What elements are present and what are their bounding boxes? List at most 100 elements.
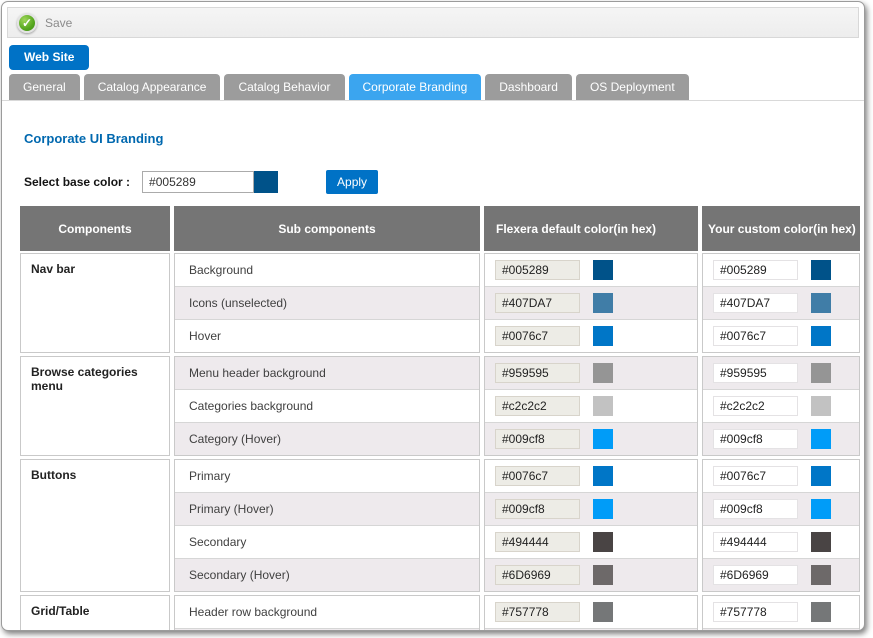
default-hex-input	[495, 260, 580, 280]
tab-catalog-appearance[interactable]: Catalog Appearance	[84, 74, 221, 100]
default-hex-input	[495, 499, 580, 519]
custom-color-swatch[interactable]	[811, 499, 831, 519]
default-color-swatch	[593, 602, 613, 622]
default-color-swatch	[593, 363, 613, 383]
save-label: Save	[45, 16, 72, 30]
tab-bar: General Catalog Appearance Catalog Behav…	[2, 74, 864, 101]
tab-corporate-branding[interactable]: Corporate Branding	[349, 74, 482, 100]
custom-color-cell	[703, 559, 859, 591]
custom-hex-input[interactable]	[713, 602, 798, 622]
table-group-grid-table: Grid/Table Header row background Row sel…	[20, 595, 860, 631]
default-color-cell	[485, 460, 697, 493]
default-color-swatch	[593, 466, 613, 486]
save-check-icon: ✓	[17, 13, 37, 33]
subcomponent-cell: Secondary	[175, 526, 479, 559]
custom-color-swatch[interactable]	[811, 532, 831, 552]
table-header-row: Components Sub components Flexera defaul…	[20, 206, 860, 251]
custom-color-cell	[703, 460, 859, 493]
default-color-cell	[485, 596, 697, 629]
custom-hex-input[interactable]	[713, 565, 798, 585]
custom-hex-input[interactable]	[713, 260, 798, 280]
default-hex-input	[495, 396, 580, 416]
default-color-cell	[485, 629, 697, 631]
default-hex-input	[495, 363, 580, 383]
subcomponent-cell: Category (Hover)	[175, 423, 479, 455]
header-components: Components	[20, 206, 170, 251]
custom-hex-input[interactable]	[713, 429, 798, 449]
custom-color-cell	[703, 526, 859, 559]
custom-color-swatch[interactable]	[811, 260, 831, 280]
default-color-cell	[485, 390, 697, 423]
default-color-cell	[485, 526, 697, 559]
custom-hex-input[interactable]	[713, 396, 798, 416]
subcomponent-cell: Categories background	[175, 390, 479, 423]
default-color-cell	[485, 254, 697, 287]
custom-color-swatch[interactable]	[811, 429, 831, 449]
custom-color-cell	[703, 287, 859, 320]
default-hex-input	[495, 429, 580, 449]
default-color-swatch	[593, 532, 613, 552]
default-hex-input	[495, 602, 580, 622]
default-hex-input	[495, 326, 580, 346]
default-color-cell	[485, 559, 697, 591]
base-color-label: Select base color :	[24, 175, 130, 189]
custom-hex-input[interactable]	[713, 499, 798, 519]
custom-color-cell	[703, 629, 859, 631]
custom-hex-input[interactable]	[713, 363, 798, 383]
subcomponent-cell: Primary (Hover)	[175, 493, 479, 526]
subcomponent-cell: Hover	[175, 320, 479, 352]
custom-color-swatch[interactable]	[811, 565, 831, 585]
custom-color-swatch[interactable]	[811, 602, 831, 622]
table-group-nav-bar: Nav bar Background Icons (unselected) Ho…	[20, 253, 860, 353]
header-custom-color: Your custom color(in hex)	[702, 206, 860, 251]
subcomponent-cell: Menu header background	[175, 357, 479, 390]
tab-catalog-behavior[interactable]: Catalog Behavior	[224, 74, 344, 100]
custom-color-swatch[interactable]	[811, 466, 831, 486]
toolbar: ✓ Save	[7, 7, 859, 38]
tab-dashboard[interactable]: Dashboard	[485, 74, 572, 100]
component-cell: Grid/Table	[20, 595, 170, 631]
default-color-cell	[485, 493, 697, 526]
subcomponent-cell: Header row background	[175, 596, 479, 629]
tab-general[interactable]: General	[9, 74, 80, 100]
default-color-cell	[485, 357, 697, 390]
custom-color-cell	[703, 254, 859, 287]
default-hex-input	[495, 565, 580, 585]
custom-hex-input[interactable]	[713, 293, 798, 313]
custom-color-swatch[interactable]	[811, 326, 831, 346]
default-color-swatch	[593, 429, 613, 449]
custom-color-swatch[interactable]	[811, 363, 831, 383]
base-color-row: Select base color : Apply	[24, 170, 864, 194]
custom-color-cell	[703, 357, 859, 390]
custom-hex-input[interactable]	[713, 326, 798, 346]
custom-color-swatch[interactable]	[811, 396, 831, 416]
default-color-swatch	[593, 396, 613, 416]
custom-hex-input[interactable]	[713, 532, 798, 552]
primary-tab-bar: Web Site	[9, 45, 864, 70]
default-color-cell	[485, 287, 697, 320]
custom-color-cell	[703, 493, 859, 526]
custom-color-cell	[703, 390, 859, 423]
subcomponent-cell: Secondary (Hover)	[175, 559, 479, 591]
subcomponent-cell: Icons (unselected)	[175, 287, 479, 320]
base-color-input[interactable]	[142, 171, 254, 193]
default-color-swatch	[593, 326, 613, 346]
default-hex-input	[495, 532, 580, 552]
app-window: ✓ Save Web Site General Catalog Appearan…	[1, 1, 865, 631]
subcomponent-cell: Primary	[175, 460, 479, 493]
subcomponent-cell: Row selection background	[175, 629, 479, 631]
tab-os-deployment[interactable]: OS Deployment	[576, 74, 689, 100]
custom-color-cell	[703, 596, 859, 629]
tab-web-site[interactable]: Web Site	[9, 45, 89, 70]
default-color-cell	[485, 423, 697, 455]
custom-color-swatch[interactable]	[811, 293, 831, 313]
table-group-browse-categories: Browse categories menu Menu header backg…	[20, 356, 860, 456]
header-default-color: Flexera default color(in hex)	[484, 206, 698, 251]
header-subcomponents: Sub components	[174, 206, 480, 251]
base-color-swatch[interactable]	[254, 171, 278, 193]
apply-button[interactable]: Apply	[326, 170, 378, 194]
save-button[interactable]: ✓ Save	[17, 13, 72, 33]
custom-hex-input[interactable]	[713, 466, 798, 486]
page-title: Corporate UI Branding	[24, 131, 864, 146]
branding-table: Components Sub components Flexera defaul…	[20, 206, 860, 631]
